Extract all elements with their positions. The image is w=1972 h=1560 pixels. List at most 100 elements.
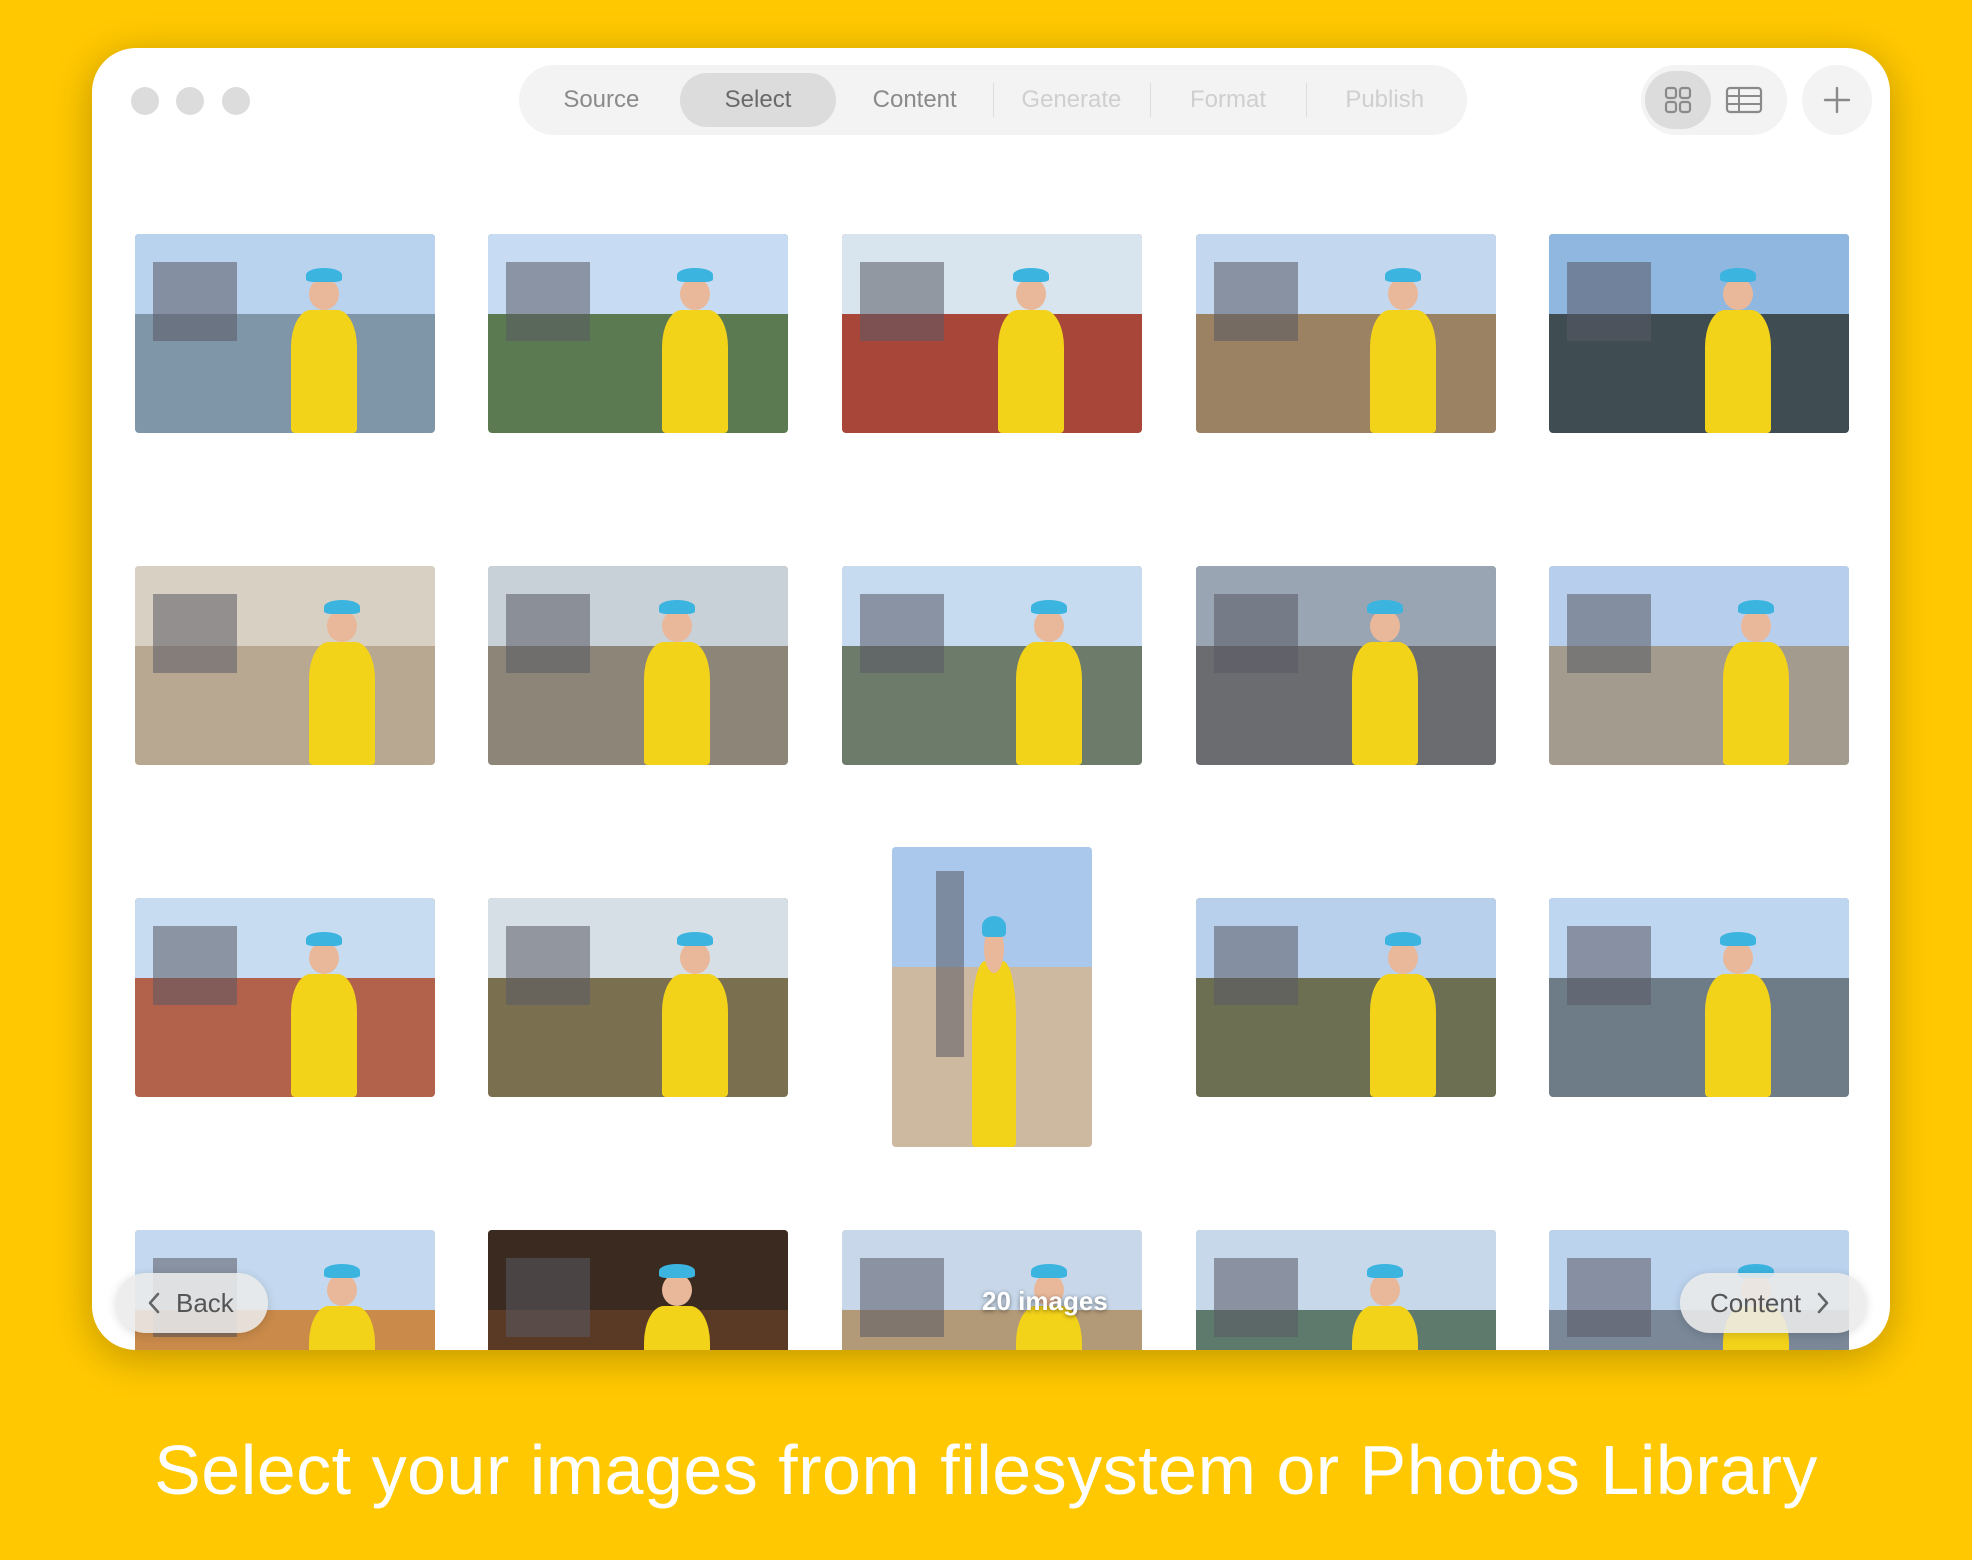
photo-landmark: [936, 871, 964, 1057]
photo-thumbnail[interactable]: [488, 566, 788, 765]
photo-cap: [1031, 599, 1067, 614]
photo-cap: [1013, 267, 1049, 282]
photo-person: [1723, 641, 1789, 765]
photo-cap: [982, 916, 1006, 937]
photo-thumbnail[interactable]: [488, 1230, 788, 1350]
photo-person-head: [1388, 941, 1418, 974]
photo-landmark: [153, 593, 237, 674]
photo-cap: [1738, 599, 1774, 614]
photo-cap: [1385, 931, 1421, 946]
photo-person-head: [680, 941, 710, 974]
photo-cap: [1367, 599, 1403, 614]
photo-landmark: [506, 261, 590, 342]
next-content-button[interactable]: Content: [1680, 1273, 1866, 1333]
photo-landmark: [1567, 593, 1651, 674]
photo-person: [309, 1305, 375, 1350]
photo-person-head: [309, 941, 339, 974]
photo-person-head: [309, 277, 339, 310]
photo-person-head: [662, 609, 692, 642]
back-button-label: Back: [176, 1287, 234, 1318]
photo-person-head: [1034, 609, 1064, 642]
photo-thumbnail[interactable]: [1549, 898, 1849, 1097]
photo-cap: [1720, 931, 1756, 946]
app-window: Source Select Content Generate Format Pu…: [92, 48, 1890, 1350]
photo-thumbnail[interactable]: [1196, 566, 1496, 765]
photo-person: [1705, 309, 1771, 433]
photo-person-head: [1370, 1273, 1400, 1306]
photo-thumbnail[interactable]: [1196, 1230, 1496, 1350]
photo-cap: [1367, 1263, 1403, 1278]
photo-person-head: [662, 1273, 692, 1306]
photo-landmark: [1214, 593, 1298, 674]
chevron-left-icon: [148, 1292, 160, 1314]
photo-person: [644, 641, 710, 765]
photo-person-head: [1723, 941, 1753, 974]
photo-landmark: [1567, 261, 1651, 342]
photo-thumbnail[interactable]: [135, 234, 435, 433]
photo-cap: [659, 1263, 695, 1278]
photo-landmark: [153, 925, 237, 1006]
photo-cap: [1720, 267, 1756, 282]
photo-landmark: [506, 593, 590, 674]
photo-landmark: [1214, 1257, 1298, 1338]
photo-person-head: [1370, 609, 1400, 642]
photo-person-head: [1388, 277, 1418, 310]
photo-person: [291, 973, 357, 1097]
photo-person-head: [1723, 277, 1753, 310]
photo-thumbnail[interactable]: [1196, 234, 1496, 433]
photo-thumbnail[interactable]: [1196, 898, 1496, 1097]
image-grid: [92, 48, 1890, 1350]
photo-person: [644, 1305, 710, 1350]
photo-landmark: [860, 593, 944, 674]
photo-landmark: [860, 261, 944, 342]
photo-cap: [324, 1263, 360, 1278]
photo-cap: [659, 599, 695, 614]
photo-landmark: [1214, 261, 1298, 342]
photo-person-head: [1016, 277, 1046, 310]
photo-cap: [1385, 267, 1421, 282]
photo-landmark: [1567, 1257, 1651, 1338]
photo-thumbnail[interactable]: [842, 566, 1142, 765]
photo-thumbnail[interactable]: [1549, 566, 1849, 765]
photo-thumbnail[interactable]: [488, 234, 788, 433]
photo-person: [1705, 973, 1771, 1097]
photo-person: [1352, 641, 1418, 765]
photo-person-head: [1741, 609, 1771, 642]
photo-cap: [306, 931, 342, 946]
photo-person: [309, 641, 375, 765]
photo-person: [1370, 973, 1436, 1097]
photo-cap: [306, 267, 342, 282]
photo-landmark: [153, 261, 237, 342]
photo-person: [972, 961, 1016, 1147]
photo-cap: [677, 267, 713, 282]
photo-person: [1370, 309, 1436, 433]
photo-thumbnail[interactable]: [842, 234, 1142, 433]
photo-person-head: [327, 609, 357, 642]
photo-person: [291, 309, 357, 433]
photo-person: [662, 973, 728, 1097]
photo-cap: [324, 599, 360, 614]
photo-person: [1016, 641, 1082, 765]
image-count-badge: 20 images: [982, 1286, 1108, 1316]
chevron-right-icon: [1817, 1292, 1829, 1314]
back-button[interactable]: Back: [116, 1273, 268, 1333]
photo-person: [998, 309, 1064, 433]
photo-thumbnail[interactable]: [892, 847, 1092, 1147]
photo-thumbnail[interactable]: [1549, 234, 1849, 433]
photo-person-head: [327, 1273, 357, 1306]
photo-landmark: [1567, 925, 1651, 1006]
photo-thumbnail[interactable]: [135, 566, 435, 765]
photo-person-head: [680, 277, 710, 310]
photo-person: [662, 309, 728, 433]
photo-thumbnail[interactable]: [488, 898, 788, 1097]
marketing-caption: Select your images from filesystem or Ph…: [154, 1431, 1818, 1509]
photo-person: [1352, 1305, 1418, 1350]
next-button-label: Content: [1710, 1287, 1802, 1318]
photo-landmark: [860, 1257, 944, 1338]
photo-cap: [677, 931, 713, 946]
photo-landmark: [506, 925, 590, 1006]
photo-landmark: [1214, 925, 1298, 1006]
photo-landmark: [506, 1257, 590, 1338]
photo-cap: [1031, 1263, 1067, 1278]
photo-thumbnail[interactable]: [135, 898, 435, 1097]
